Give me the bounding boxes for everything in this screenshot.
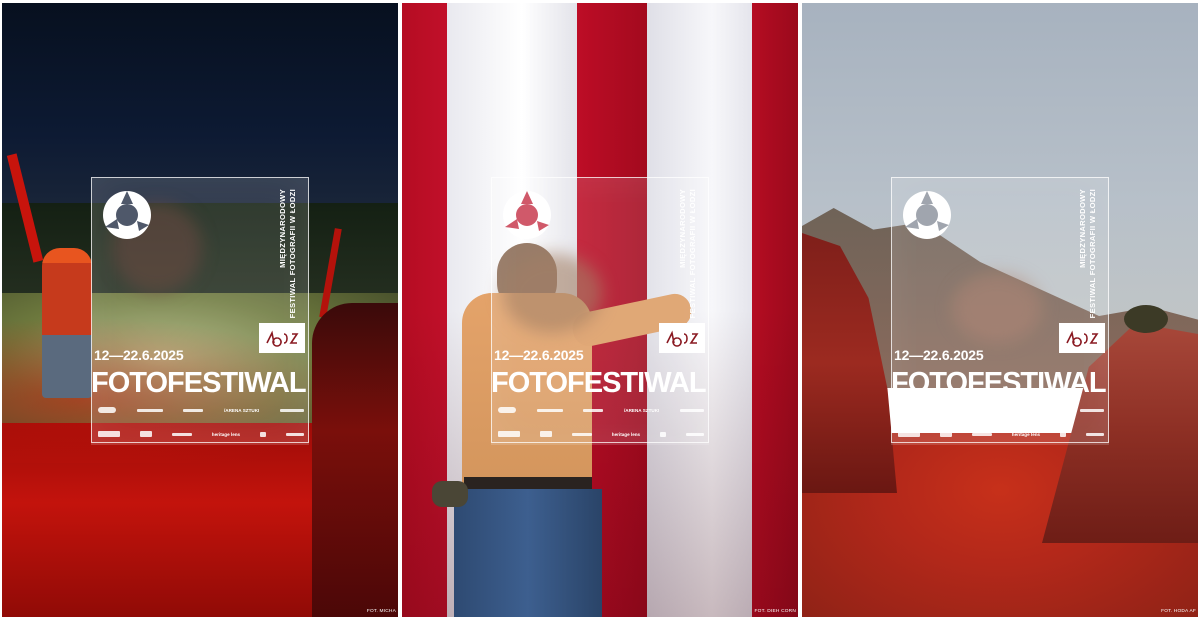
subtitle-line-2: FESTIWAL FOTOGRAFII W ŁODZI [288, 189, 297, 319]
sponsor-row-1: /ARENA SZTUKI [898, 403, 1104, 417]
festival-dates: 12—22.6.2025 [494, 347, 584, 363]
festival-dates: 12—22.6.2025 [94, 347, 184, 363]
sponsor-row-2: heritage lens [898, 427, 1104, 441]
festival-subtitle: MIĘDZYNARODOWY FESTIWAL FOTOGRAFII W ŁOD… [278, 189, 298, 319]
subtitle-line-1: MIĘDZYNARODOWY [278, 189, 287, 268]
lodz-logo-icon [266, 330, 299, 347]
sponsor-label: /ARENA SZTUKI [624, 407, 660, 413]
festival-subtitle: MIĘDZYNARODOWY FESTIWAL FOTOGRAFII W ŁOD… [1078, 189, 1098, 319]
subtitle-line-1: MIĘDZYNARODOWY [678, 189, 687, 268]
subtitle-line-1: MIĘDZYNARODOWY [1078, 189, 1087, 268]
photo-credit: FOT. DIEH CORN [754, 609, 796, 614]
festival-subtitle: MIĘDZYNARODOWY FESTIWAL FOTOGRAFII W ŁOD… [678, 189, 698, 319]
sponsor-label: heritage lens [1011, 431, 1041, 437]
lodz-logo-icon [1066, 330, 1099, 347]
sponsor-label: /ARENA SZTUKI [1024, 407, 1060, 413]
sponsor-row-2: heritage lens [498, 427, 704, 441]
lodz-logo-box [659, 323, 705, 353]
poster-night-field: MIĘDZYNARODOWY FESTIWAL FOTOGRAFII W ŁOD… [2, 3, 398, 617]
fotofestiwal-logo-icon [103, 191, 151, 239]
poster-flag: MIĘDZYNARODOWY FESTIWAL FOTOGRAFII W ŁOD… [402, 3, 798, 617]
sponsor-row-1: /ARENA SZTUKI [98, 403, 304, 417]
sponsor-label: heritage lens [211, 431, 241, 437]
lodz-logo-box [259, 323, 305, 353]
photo-credit: FOT. MICHA [366, 609, 396, 614]
photo-credit: FOT. HODA AF [1161, 609, 1196, 614]
festival-dates: 12—22.6.2025 [894, 347, 984, 363]
festival-title: FOTOFESTIWAL [491, 367, 707, 399]
festival-title: FOTOFESTIWAL [91, 367, 307, 399]
fotofestiwal-logo-icon [503, 191, 551, 239]
fotofestiwal-logo-icon [903, 191, 951, 239]
festival-title: FOTOFESTIWAL [891, 367, 1107, 399]
sponsor-label: heritage lens [611, 431, 641, 437]
poster-desert: MIĘDZYNARODOWY FESTIWAL FOTOGRAFII W ŁOD… [802, 3, 1198, 617]
lodz-logo-icon [666, 330, 699, 347]
sponsor-row-1: /ARENA SZTUKI [498, 403, 704, 417]
sponsor-label: /ARENA SZTUKI [224, 407, 260, 413]
poster-gallery: MIĘDZYNARODOWY FESTIWAL FOTOGRAFII W ŁOD… [0, 0, 1200, 620]
subtitle-line-2: FESTIWAL FOTOGRAFII W ŁODZI [1088, 189, 1097, 319]
sponsor-row-2: heritage lens [98, 427, 304, 441]
lodz-logo-box [1059, 323, 1105, 353]
subtitle-line-2: FESTIWAL FOTOGRAFII W ŁODZI [688, 189, 697, 319]
